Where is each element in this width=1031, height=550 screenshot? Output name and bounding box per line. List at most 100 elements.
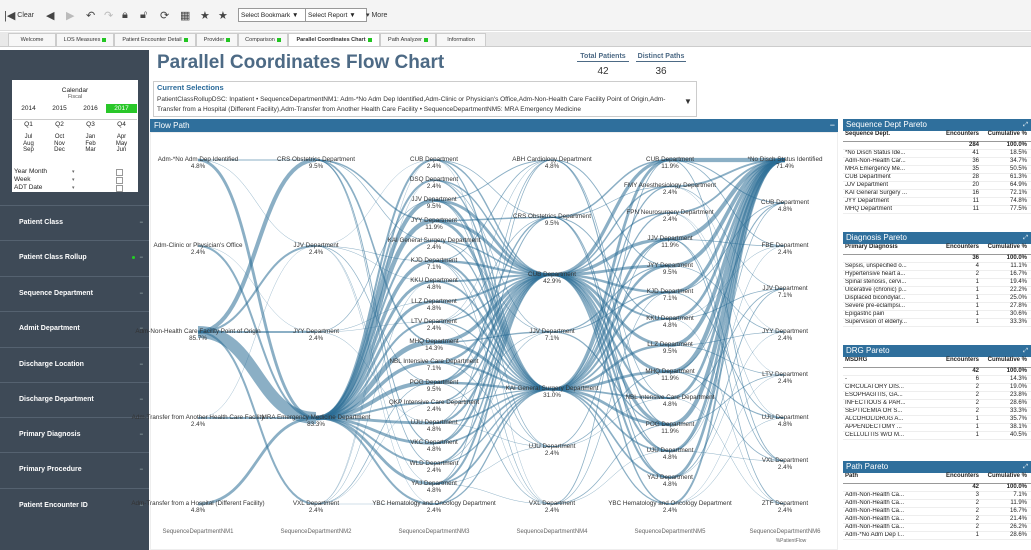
node-label[interactable]: KKU Department 4.8% (646, 315, 694, 329)
expand-icon[interactable]: ⤢ (1023, 345, 1028, 357)
year-2015[interactable]: 2015 (44, 104, 75, 113)
column-header[interactable]: Encounters (935, 357, 979, 363)
month-jun[interactable]: Jun (106, 147, 137, 154)
node-label[interactable]: UJU Department 2.4% (529, 443, 576, 457)
table-row[interactable]: Adm-Non-Health Ca... 2 26.2% (843, 524, 1031, 532)
table-row[interactable]: CIRCULATORY DIS... 2 19.0% (843, 384, 1031, 392)
node-label[interactable]: MHQ Department 14.3% (409, 338, 458, 352)
year-2014[interactable]: 2014 (13, 104, 44, 113)
node-label[interactable]: VXL Department 2.4% (293, 500, 339, 514)
table-row[interactable]: ALCOHOL/DRUG A... 1 35.7% (843, 416, 1031, 424)
node-label[interactable]: LTV Department 2.4% (762, 371, 808, 385)
node-label[interactable]: VKC Department 4.8% (410, 439, 458, 453)
table-row[interactable]: Epigastric pain 1 30.6% (843, 311, 1031, 319)
node-label[interactable]: VXL Department 2.4% (762, 457, 808, 471)
node-label[interactable]: UJU Department 4.8% (762, 414, 809, 428)
table-row[interactable]: Adm-Non-Health Ca... 3 7.1% (843, 492, 1031, 500)
column-header[interactable]: Sequence Dept. (845, 131, 933, 137)
table-row[interactable]: Supervision of elderly... 1 33.3% (843, 319, 1031, 327)
node-label[interactable]: JJV Department 9.5% (411, 196, 456, 210)
adt-date-filter[interactable]: ADT Date ▾ (12, 184, 138, 192)
node-label[interactable]: YAJ Department 4.8% (411, 480, 457, 494)
flow-path-line[interactable] (197, 159, 317, 247)
year-2016[interactable]: 2016 (75, 104, 106, 113)
quarter-q4[interactable]: Q4 (106, 119, 137, 129)
node-label[interactable]: KKU Department 4.8% (410, 277, 458, 291)
filter-primary-procedure[interactable]: Primary Procedure − (0, 452, 149, 486)
table-row[interactable]: Adm-Non-Health Car... 36 34.7% (843, 158, 1031, 166)
table-row[interactable]: *No Disch Status Ide... 41 18.5% (843, 150, 1031, 158)
node-label[interactable]: POG Department 9.5% (410, 379, 459, 393)
column-header[interactable]: Cumulative % (983, 357, 1027, 363)
column-header[interactable]: Encounters (935, 473, 979, 479)
filter-sequence-department[interactable]: Sequence Department − (0, 276, 149, 310)
bookmark-button[interactable]: ★ (218, 8, 228, 22)
node-label[interactable]: KJD Department 7.1% (411, 257, 458, 271)
flow-path-line[interactable] (197, 325, 317, 425)
filter-admit-department[interactable]: Admit Department − (0, 311, 149, 345)
table-row[interactable]: Severe pre-eclampsi... 1 27.8% (843, 303, 1031, 311)
node-label[interactable]: CUB Department 2.4% (410, 156, 458, 170)
quarter-q3[interactable]: Q3 (75, 119, 106, 129)
tab-comparison[interactable]: Comparison (238, 33, 288, 46)
node-label[interactable]: NBL Intensive Care Department 4.8% (625, 394, 714, 408)
table-row[interactable]: Adm-*No Adm Dep I... 1 28.6% (843, 532, 1031, 540)
node-label[interactable]: LLZ Department 9.5% (647, 341, 693, 355)
table-row[interactable]: Spinal stenosis, cervi... 1 19.4% (843, 279, 1031, 287)
tab-los-measures[interactable]: LOS Measures (56, 33, 114, 46)
node-label[interactable]: KAI General Surgery Department 31.0% (506, 385, 599, 399)
node-label[interactable]: JYY Department 2.4% (762, 328, 808, 342)
year-2017[interactable]: 2017 (106, 104, 137, 113)
node-label[interactable]: CUB Department 4.8% (761, 199, 809, 213)
tab-patient-encounter-detail[interactable]: Patient Encounter Detail (114, 33, 196, 46)
filter-patient-class[interactable]: Patient Class − (0, 205, 149, 239)
node-label[interactable]: QKP Intensive Care Department 2.4% (389, 399, 479, 413)
table-row[interactable]: Adm-Non-Health Ca... 2 16.7% (843, 508, 1031, 516)
table-row[interactable]: Sepsis, unspecified o... 4 11.1% (843, 263, 1031, 271)
minimize-icon[interactable]: − (830, 119, 835, 132)
table-row[interactable]: Displaced bicondylar... 1 25.0% (843, 295, 1031, 303)
table-row[interactable]: Adm-Non-Health Ca... 2 21.4% (843, 516, 1031, 524)
filter-discharge-department[interactable]: Discharge Department − (0, 382, 149, 416)
node-label[interactable]: KJD Department 7.1% (647, 288, 694, 302)
tab-path-analyzer[interactable]: Path Analyzer (380, 33, 436, 46)
column-header[interactable]: Cumulative % (983, 131, 1027, 137)
node-label[interactable]: JJV Department 7.1% (529, 328, 574, 342)
bookmark-add-button[interactable]: ★ (200, 8, 210, 22)
year-month-filter[interactable]: Year Month ▾ (12, 168, 138, 176)
column-header[interactable]: Primary Diagnosis (845, 244, 933, 250)
select-bookmark-dropdown[interactable]: Select Bookmark ▼ (238, 8, 306, 22)
month-sep[interactable]: Sep (13, 147, 44, 154)
unlock-button[interactable]: 🔓︎ (140, 8, 147, 22)
node-label[interactable]: DSQ Department 2.4% (410, 176, 458, 190)
node-label[interactable]: Adm-Transfer from Another Health Care Fa… (132, 414, 265, 428)
scroll-down-icon[interactable]: ▼ (684, 97, 692, 106)
node-label[interactable]: *No Disch Status Identified 71.4% (748, 156, 823, 170)
tab-parallel-coordinates-chart[interactable]: Parallel Coordinates Chart (288, 33, 380, 46)
table-row[interactable]: Adm-Non-Health Ca... 2 11.9% (843, 500, 1031, 508)
expand-icon[interactable]: ⤢ (1023, 232, 1028, 244)
tab-welcome[interactable]: Welcome (8, 33, 56, 46)
table-row[interactable]: CUB Department 28 61.3% (843, 174, 1031, 182)
node-label[interactable]: POG Department 11.9% (646, 421, 695, 435)
quarter-q1[interactable]: Q1 (13, 119, 44, 129)
column-header[interactable]: Encounters (935, 131, 979, 137)
month-group-q1[interactable]: Jul Aug Sep (13, 134, 44, 154)
current-selections-box[interactable]: Current Selections PatientClassRollupDSC… (153, 81, 697, 117)
filter-discharge-location[interactable]: Discharge Location − (0, 347, 149, 381)
node-label[interactable]: CRS Obstetrics Department 9.5% (277, 156, 355, 170)
month-dec[interactable]: Dec (44, 147, 75, 154)
table-row[interactable]: MHQ Department 11 77.5% (843, 206, 1031, 214)
column-header[interactable]: Cumulative % (983, 473, 1027, 479)
table-row[interactable]: MRA Emergency Me... 35 50.5% (843, 166, 1031, 174)
column-header[interactable]: Encounters (935, 244, 979, 250)
node-label[interactable]: ABH Cardiology Department 4.8% (512, 156, 591, 170)
node-label[interactable]: Adm-Transfer from a Hospital (Different … (131, 500, 264, 514)
node-label[interactable]: JJV Department 11.9% (647, 235, 692, 249)
month-group-q2[interactable]: Oct Nov Dec (44, 134, 75, 154)
node-label[interactable]: JJV Department 7.1% (762, 285, 807, 299)
node-label[interactable]: MHQ Department 11.9% (645, 368, 694, 382)
checkbox-icon[interactable] (116, 177, 123, 184)
node-label[interactable]: ZTF Department 2.4% (762, 500, 808, 514)
column-header[interactable]: MSDRG (845, 357, 933, 363)
